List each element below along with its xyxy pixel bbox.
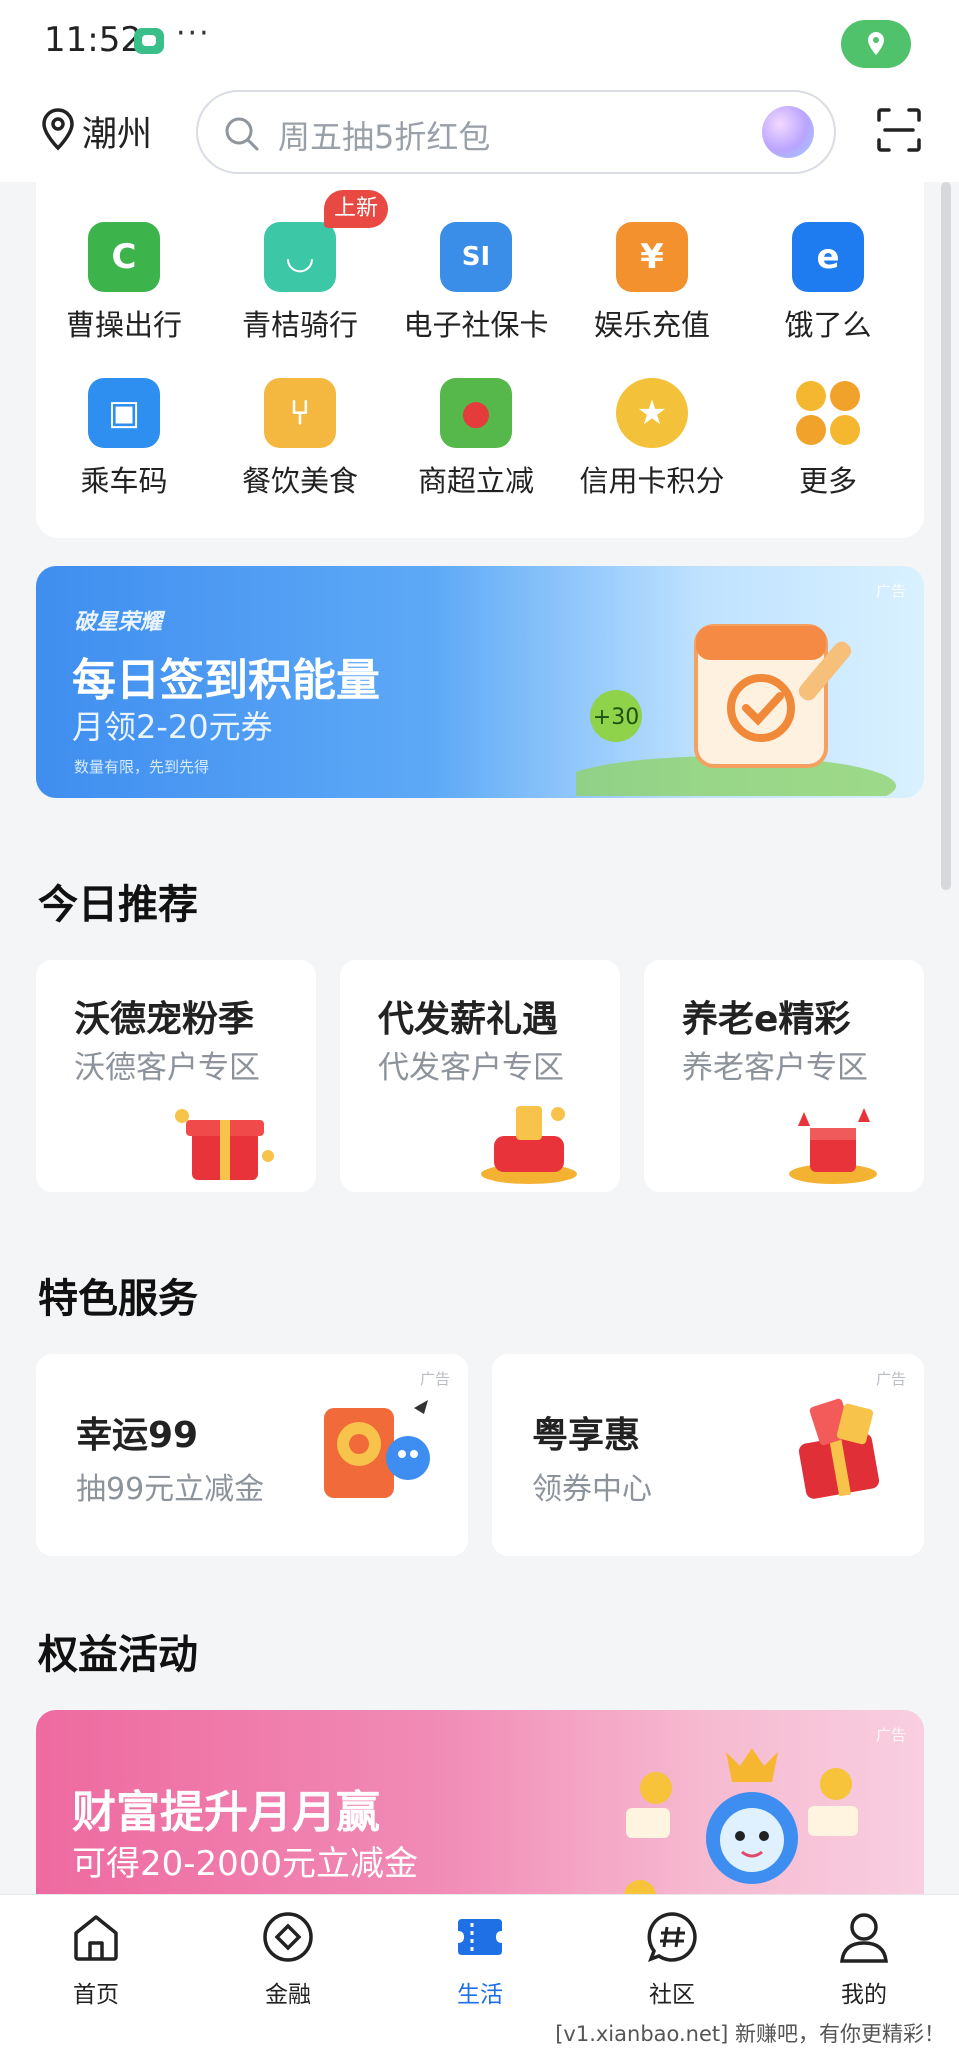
nav-finance[interactable]: 金融 xyxy=(228,1909,348,2009)
message-app-icon xyxy=(134,28,164,54)
service-supermarket[interactable]: ● 商超立减 xyxy=(388,378,564,518)
entertainment-icon: ¥ xyxy=(616,222,688,292)
service-label: 餐饮美食 xyxy=(241,464,358,498)
nav-life[interactable]: 生活 xyxy=(420,1909,540,2009)
location-indicator-icon xyxy=(841,20,911,68)
svg-text:+30: +30 xyxy=(593,705,639,730)
section-title-rights: 权益活动 xyxy=(38,1632,198,1678)
nav-label: 首页 xyxy=(73,1982,119,2008)
home-icon xyxy=(74,1915,118,1961)
service-more[interactable]: 更多 xyxy=(740,378,916,518)
service-eleme[interactable]: e 饿了么 xyxy=(740,222,916,362)
rec-card-subtitle: 代发客户专区 xyxy=(378,1050,564,1086)
rec-card-pension[interactable]: 养老e精彩 养老客户专区 xyxy=(644,960,924,1192)
section-title-featured: 特色服务 xyxy=(38,1276,198,1322)
city-label: 潮州 xyxy=(82,114,153,155)
rec-card-subtitle: 养老客户专区 xyxy=(682,1050,868,1086)
calendar-illustration-icon: +30 xyxy=(576,624,896,796)
service-label: 信用卡积分 xyxy=(579,464,725,498)
cao-cao-icon: C xyxy=(88,222,160,292)
rec-card-title: 代发薪礼遇 xyxy=(378,999,559,1040)
location-pin-icon xyxy=(40,107,76,155)
banner-title: 财富提升月月赢 xyxy=(72,1787,380,1838)
status-time: 11:52 xyxy=(44,20,142,60)
service-card-subtitle: 抽99元立减金 xyxy=(76,1472,265,1507)
banner-subtitle: 可得20-2000元立减金 xyxy=(72,1844,419,1884)
profile-icon xyxy=(840,1913,888,1963)
service-cao-cao[interactable]: C 曹操出行 xyxy=(36,222,212,362)
voice-assistant-icon[interactable] xyxy=(762,106,814,158)
eleme-icon: e xyxy=(792,222,864,292)
nav-label: 金融 xyxy=(265,1982,311,2008)
header: 潮州 周五抽5折红包 xyxy=(0,84,959,182)
service-label: 饿了么 xyxy=(784,308,872,342)
service-entertainment[interactable]: ¥ 娱乐充值 xyxy=(564,222,740,362)
scan-icon[interactable] xyxy=(875,106,923,158)
service-card-lucky99[interactable]: 幸运99 抽99元立减金 广告 xyxy=(36,1354,468,1556)
service-label: 乘车码 xyxy=(80,464,168,498)
quick-services-grid: C 曹操出行 ◡ 上新 青桔骑行 SI 电子社保卡 ¥ 娱乐充值 e 饿了么 ▣… xyxy=(36,182,924,538)
gift-box-icon xyxy=(175,1109,274,1180)
banner-brand: 破星荣耀 xyxy=(74,610,163,635)
search-placeholder: 周五抽5折红包 xyxy=(278,118,491,156)
food-icon: ⑂ xyxy=(264,378,336,448)
bottom-nav: 首页 金融 生活 社区 我的 xyxy=(0,1894,959,2012)
section-title-today: 今日推荐 xyxy=(38,882,198,928)
service-label: 青桔骑行 xyxy=(241,308,358,342)
service-card-yuexianghui[interactable]: 粤享惠 领券中心 广告 xyxy=(492,1354,924,1556)
banner-note: 数量有限，先到先得 xyxy=(74,758,210,776)
red-packet-podium-icon xyxy=(789,1108,877,1184)
search-icon xyxy=(222,114,262,158)
rec-card-title: 养老e精彩 xyxy=(682,999,851,1040)
service-social-security[interactable]: SI 电子社保卡 xyxy=(388,222,564,362)
watermark-bar: [v1.xianbao.net] 新赚吧，有你更精彩！ xyxy=(0,2012,959,2048)
scrollbar[interactable] xyxy=(941,182,951,890)
service-label: 娱乐充值 xyxy=(593,308,710,342)
supermarket-icon: ● xyxy=(440,378,512,448)
community-icon xyxy=(647,1912,697,1962)
finance-icon xyxy=(263,1912,313,1962)
service-card-subtitle: 领券中心 xyxy=(532,1472,652,1507)
nav-home[interactable]: 首页 xyxy=(36,1909,156,2009)
watermark-text: [v1.xianbao.net] 新赚吧，有你更精彩！ xyxy=(555,2022,945,2046)
status-dots: ··· xyxy=(176,16,211,51)
qingju-icon: ◡ xyxy=(264,222,336,292)
banner-title: 每日签到积能量 xyxy=(72,655,380,706)
credit-points-icon: ★ xyxy=(616,378,688,448)
gift-podium-icon xyxy=(481,1106,577,1184)
search-input[interactable]: 周五抽5折红包 xyxy=(196,90,836,174)
rec-card-wode[interactable]: 沃德宠粉季 沃德客户专区 xyxy=(36,960,316,1192)
nav-label: 生活 xyxy=(457,1982,503,2008)
service-bus-code[interactable]: ▣ 乘车码 xyxy=(36,378,212,518)
banner-subtitle: 月领2-20元券 xyxy=(72,708,273,746)
safe-mascot-icon xyxy=(324,1400,430,1498)
nav-profile[interactable]: 我的 xyxy=(804,1909,924,2009)
ad-tag: 广告 xyxy=(419,1370,450,1388)
city-selector[interactable]: 潮州 xyxy=(40,102,152,160)
life-icon xyxy=(458,1919,502,1955)
service-credit-points[interactable]: ★ 信用卡积分 xyxy=(564,378,740,518)
more-icon xyxy=(792,378,864,448)
coupon-gift-icon xyxy=(798,1398,880,1499)
nav-label: 社区 xyxy=(649,1982,695,2008)
nav-label: 我的 xyxy=(841,1982,887,2008)
rec-card-subtitle: 沃德客户专区 xyxy=(74,1050,260,1086)
service-label: 曹操出行 xyxy=(65,308,182,342)
bus-code-icon: ▣ xyxy=(88,378,160,448)
signin-banner[interactable]: 破星荣耀 每日签到积能量 月领2-20元券 数量有限，先到先得 广告 +30 xyxy=(36,566,924,798)
status-bar: 11:52 ··· xyxy=(0,0,959,84)
ad-tag: 广告 xyxy=(875,1370,906,1388)
service-card-title: 幸运99 xyxy=(76,1415,199,1456)
service-qingju[interactable]: ◡ 上新 青桔骑行 xyxy=(212,190,388,362)
rec-card-title: 沃德宠粉季 xyxy=(74,999,255,1040)
social-security-icon: SI xyxy=(440,222,512,292)
service-label: 更多 xyxy=(798,464,857,498)
rec-card-salary[interactable]: 代发薪礼遇 代发客户专区 xyxy=(340,960,620,1192)
service-label: 电子社保卡 xyxy=(403,308,549,342)
nav-community[interactable]: 社区 xyxy=(612,1909,732,2009)
service-label: 商超立减 xyxy=(417,464,534,498)
new-badge: 上新 xyxy=(324,190,388,228)
service-food[interactable]: ⑂ 餐饮美食 xyxy=(212,378,388,518)
service-card-title: 粤享惠 xyxy=(532,1415,641,1456)
